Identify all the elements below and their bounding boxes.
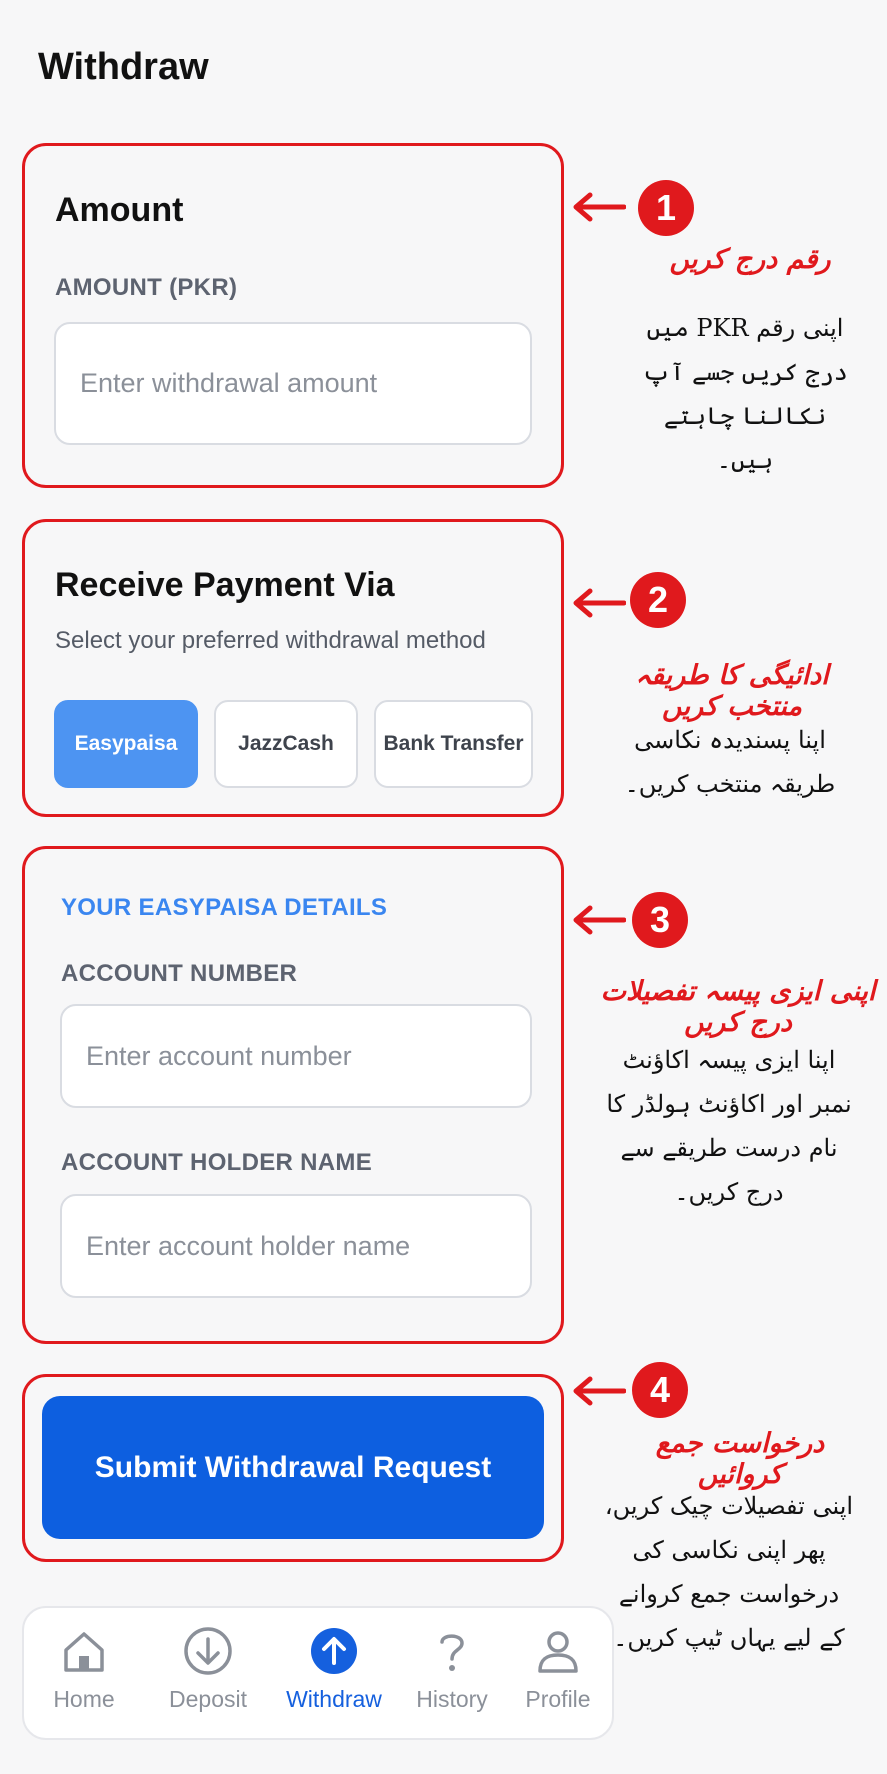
payment-card-title: Receive Payment Via: [55, 566, 395, 604]
arrow-up-circle-icon: [311, 1628, 357, 1674]
submit-card: Submit Withdrawal Request: [22, 1374, 564, 1562]
arrow-left-icon: [573, 1376, 626, 1406]
annotation-body: اپنی تفصیلات چیک کریں، پھر اپنی نکاسی کی…: [604, 1492, 854, 1652]
nav-home-label: Home: [53, 1686, 115, 1712]
submit-withdrawal-button[interactable]: Submit Withdrawal Request: [42, 1396, 544, 1539]
annotation-number-badge: 1: [638, 180, 694, 236]
question-icon: [440, 1634, 464, 1671]
nav-deposit[interactable]: Deposit: [160, 1626, 256, 1713]
nav-profile[interactable]: Profile: [510, 1626, 606, 1713]
method-jazzcash-button[interactable]: JazzCash: [214, 700, 358, 788]
annotation-number-badge: 2: [630, 572, 686, 628]
payment-card-subtitle: Select your preferred withdrawal method: [55, 627, 486, 654]
payment-method-card: Receive Payment Via Select your preferre…: [22, 519, 564, 817]
annotation-title: درخواست جمع کروائیں: [655, 1428, 825, 1490]
nav-history-label: History: [416, 1686, 488, 1712]
annotation-body: اپنا پسندیدہ نکاسی طریقہ منتخب کریں۔: [624, 726, 836, 798]
details-section-title: YOUR EASYPAISA DETAILS: [61, 894, 388, 921]
arrow-down-circle-icon: [184, 1627, 232, 1675]
bottom-nav: Home Deposit Withdraw History Profile: [22, 1606, 614, 1740]
arrow-left-icon: [573, 192, 626, 222]
user-icon: [538, 1631, 578, 1673]
account-holder-name-input[interactable]: Enter account holder name: [60, 1194, 532, 1298]
annotation-number-badge: 3: [632, 892, 688, 948]
account-number-input[interactable]: Enter account number: [60, 1004, 532, 1108]
amount-card-title: Amount: [55, 191, 184, 229]
nav-deposit-label: Deposit: [169, 1686, 247, 1712]
home-icon: [64, 1632, 104, 1672]
method-bank-transfer-button[interactable]: Bank Transfer: [374, 700, 533, 788]
easypaisa-details-card: YOUR EASYPAISA DETAILS ACCOUNT NUMBER En…: [22, 846, 564, 1344]
amount-input-placeholder: Enter withdrawal amount: [80, 368, 378, 398]
nav-profile-label: Profile: [525, 1686, 591, 1712]
account-holder-name-label: ACCOUNT HOLDER NAME: [61, 1149, 373, 1176]
annotation-number-badge: 4: [632, 1362, 688, 1418]
annotation-title: اپنی ایزی پیسہ تفصیلات درج کریں: [600, 976, 876, 1038]
amount-input[interactable]: Enter withdrawal amount: [54, 322, 532, 445]
page-title: Withdraw: [38, 46, 209, 88]
nav-withdraw-label: Withdraw: [286, 1686, 382, 1712]
method-easypaisa-button[interactable]: Easypaisa: [54, 700, 198, 788]
account-holder-name-placeholder: Enter account holder name: [86, 1230, 411, 1261]
nav-home[interactable]: Home: [36, 1626, 132, 1713]
nav-history[interactable]: History: [404, 1626, 500, 1713]
account-number-label: ACCOUNT NUMBER: [61, 960, 298, 987]
arrow-left-icon: [573, 588, 626, 618]
amount-card: Amount AMOUNT (PKR) Enter withdrawal amo…: [22, 143, 564, 488]
annotation-title: ادائیگی کا طریقہ منتخب کریں: [635, 660, 829, 722]
annotation-body: اپنی رقم PKR میں درج کریں جسے آپ نکالنا …: [642, 314, 848, 474]
annotation-body: اپنا ایزی پیسہ اکاؤنٹ نمبر اور اکاؤنٹ ہو…: [606, 1046, 852, 1206]
nav-withdraw[interactable]: Withdraw: [286, 1626, 382, 1713]
account-number-placeholder: Enter account number: [86, 1040, 352, 1071]
arrow-left-icon: [573, 905, 626, 935]
annotation-title: رقم درج کریں: [669, 244, 831, 275]
amount-field-label: AMOUNT (PKR): [55, 274, 238, 301]
